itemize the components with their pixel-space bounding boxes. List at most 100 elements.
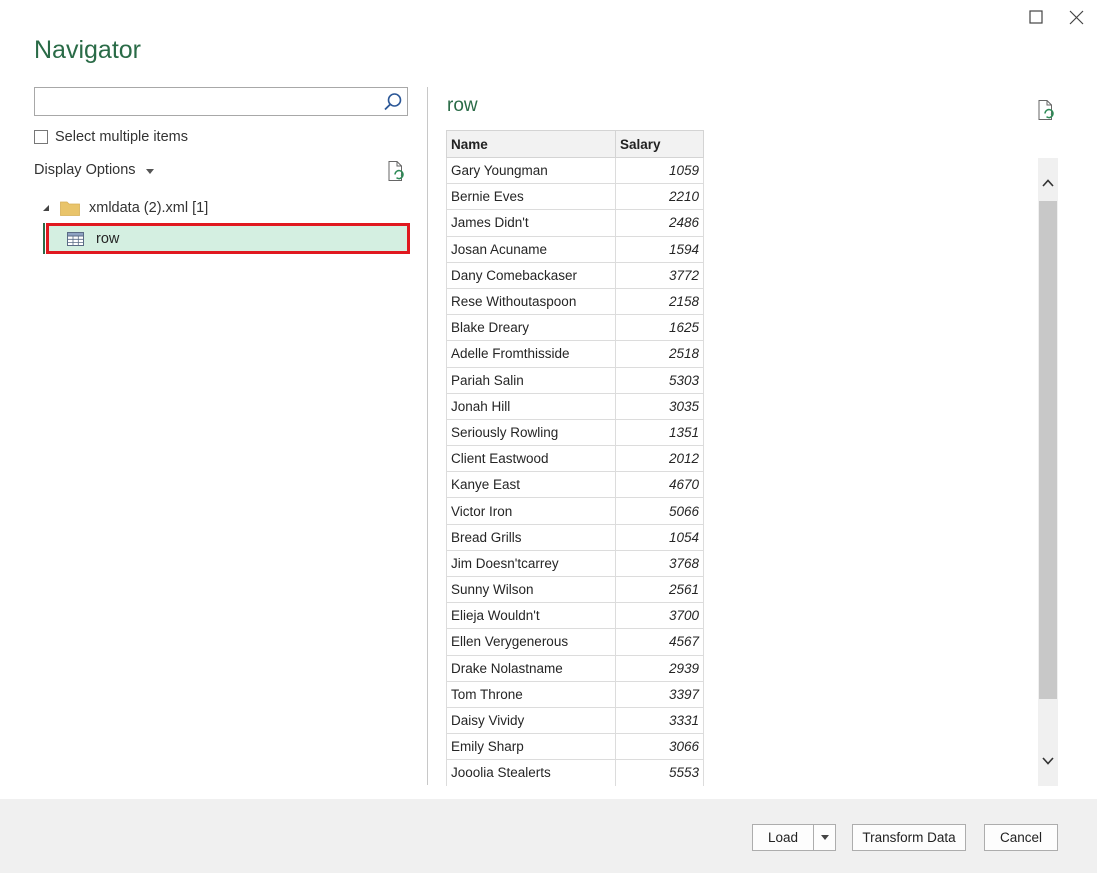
cell-salary: 5303 [615, 366, 704, 394]
cell-name: Daisy Vividy [446, 706, 616, 735]
refresh-icon[interactable] [386, 160, 406, 182]
cell-name: Drake Nolastname [446, 654, 616, 682]
cell-salary: 2486 [615, 209, 704, 237]
table-row: Ellen Verygenerous 4567 [446, 628, 704, 656]
folder-icon [60, 201, 80, 216]
cell-salary: 3768 [615, 549, 704, 578]
table-row: James Didn't 2486 [446, 209, 704, 237]
refresh-icon[interactable] [1036, 99, 1056, 121]
search-field[interactable] [34, 87, 408, 116]
load-button[interactable]: Load [752, 824, 814, 851]
cell-salary: 1054 [615, 523, 704, 551]
display-options-dropdown[interactable]: Display Options [34, 162, 154, 178]
cell-salary: 3772 [615, 261, 704, 289]
cell-salary: 2939 [615, 654, 704, 682]
chevron-up-icon[interactable] [1041, 176, 1055, 190]
close-button[interactable] [1065, 6, 1087, 28]
search-input[interactable] [35, 88, 375, 115]
column-header-name[interactable]: Name [446, 130, 616, 158]
cell-salary: 3397 [615, 680, 704, 708]
maximize-button[interactable] [1025, 6, 1047, 28]
dialog-footer: Load Transform Data Cancel [0, 799, 1097, 873]
search-icon[interactable] [382, 91, 404, 113]
dialog-title: Navigator [34, 36, 141, 64]
table-row: Adelle Fromthisside 2518 [446, 340, 704, 368]
table-row: Jonah Hill 3035 [446, 392, 704, 420]
table-row: Elieja Wouldn't 3700 [446, 602, 704, 630]
table-row: Jooolia Stealerts 5553 [446, 759, 704, 786]
scrollbar-thumb[interactable] [1039, 201, 1057, 699]
table-row: Josan Acuname 1594 [446, 235, 704, 263]
select-multiple-items[interactable]: Select multiple items [34, 129, 188, 145]
tree-folder-node[interactable]: xmldata (2).xml [1] [40, 197, 412, 219]
table-row: Emily Sharp 3066 [446, 733, 704, 761]
display-options-label: Display Options [34, 162, 136, 178]
cell-name: Ellen Verygenerous [446, 628, 616, 656]
chevron-down-icon[interactable] [1041, 754, 1055, 768]
cell-name: Kanye East [446, 471, 616, 499]
cell-salary: 1594 [615, 235, 704, 263]
cancel-button[interactable]: Cancel [984, 824, 1058, 851]
table-row: Daisy Vividy 3331 [446, 706, 704, 735]
cell-name: Client Eastwood [446, 445, 616, 473]
table-row: Pariah Salin 5303 [446, 366, 704, 394]
cell-salary: 2210 [615, 183, 704, 211]
close-icon [1069, 10, 1083, 24]
cell-name: Bread Grills [446, 523, 616, 551]
selection-accent [43, 223, 45, 254]
cell-name: Bernie Eves [446, 183, 616, 211]
cell-salary: 4670 [615, 471, 704, 499]
table-header-row: Name Salary [446, 130, 704, 158]
vertical-scrollbar[interactable] [1038, 158, 1058, 786]
cell-salary: 1625 [615, 314, 704, 342]
tree-folder-label: xmldata (2).xml [1] [89, 200, 209, 216]
cell-name: Josan Acuname [446, 235, 616, 263]
cell-name: Seriously Rowling [446, 418, 616, 447]
table-body: Gary Youngman 1059 Bernie Eves 2210 James Di… [446, 156, 704, 786]
cell-name: Adelle Fromthisside [446, 340, 616, 368]
navigator-tree: xmldata (2).xml [1] row [40, 197, 412, 254]
table-row: Gary Youngman 1059 [446, 156, 704, 185]
expander-icon[interactable] [42, 204, 50, 212]
cell-name: Victor Iron [446, 497, 616, 525]
load-options-button[interactable] [813, 824, 836, 851]
table-row: Jim Doesn'tcarrey 3768 [446, 549, 704, 578]
preview-table: Name Salary Gary Youngman 1059 Bernie Eves… [446, 130, 704, 786]
cell-salary: 1059 [615, 156, 704, 185]
window-controls [1025, 6, 1087, 28]
transform-data-button[interactable]: Transform Data [852, 824, 966, 851]
tree-item-label: row [96, 230, 120, 247]
cell-name: Emily Sharp [446, 733, 616, 761]
tree-item-row[interactable]: row [46, 223, 410, 254]
table-row: Sunny Wilson 2561 [446, 575, 704, 604]
column-header-salary[interactable]: Salary [615, 130, 704, 158]
cell-name: Sunny Wilson [446, 575, 616, 604]
preview-table-container: Name Salary Gary Youngman 1059 Bernie Eves… [446, 130, 704, 786]
preview-title: row [447, 95, 478, 116]
table-row: Seriously Rowling 1351 [446, 418, 704, 447]
select-multiple-label: Select multiple items [55, 129, 188, 145]
table-row: Drake Nolastname 2939 [446, 654, 704, 682]
cell-name: Rese Withoutaspoon [446, 287, 616, 316]
pane-divider[interactable] [427, 87, 428, 785]
cell-salary: 5066 [615, 497, 704, 525]
table-row: Dany Comebackaser 3772 [446, 261, 704, 289]
select-multiple-checkbox[interactable] [34, 130, 48, 144]
cell-name: Pariah Salin [446, 366, 616, 394]
table-row: Blake Dreary 1625 [446, 314, 704, 342]
cell-name: Jonah Hill [446, 392, 616, 420]
cell-salary: 5553 [615, 759, 704, 786]
cell-salary: 2158 [615, 287, 704, 316]
table-row: Bread Grills 1054 [446, 523, 704, 551]
cell-salary: 1351 [615, 418, 704, 447]
cell-name: Jooolia Stealerts [446, 759, 616, 786]
table-icon [67, 231, 84, 246]
cell-salary: 2518 [615, 340, 704, 368]
cell-salary: 3035 [615, 392, 704, 420]
chevron-down-icon [145, 168, 154, 174]
cell-salary: 3066 [615, 733, 704, 761]
cell-salary: 2561 [615, 575, 704, 604]
table-row: Kanye East 4670 [446, 471, 704, 499]
cell-name: Gary Youngman [446, 156, 616, 185]
table-row: Bernie Eves 2210 [446, 183, 704, 211]
